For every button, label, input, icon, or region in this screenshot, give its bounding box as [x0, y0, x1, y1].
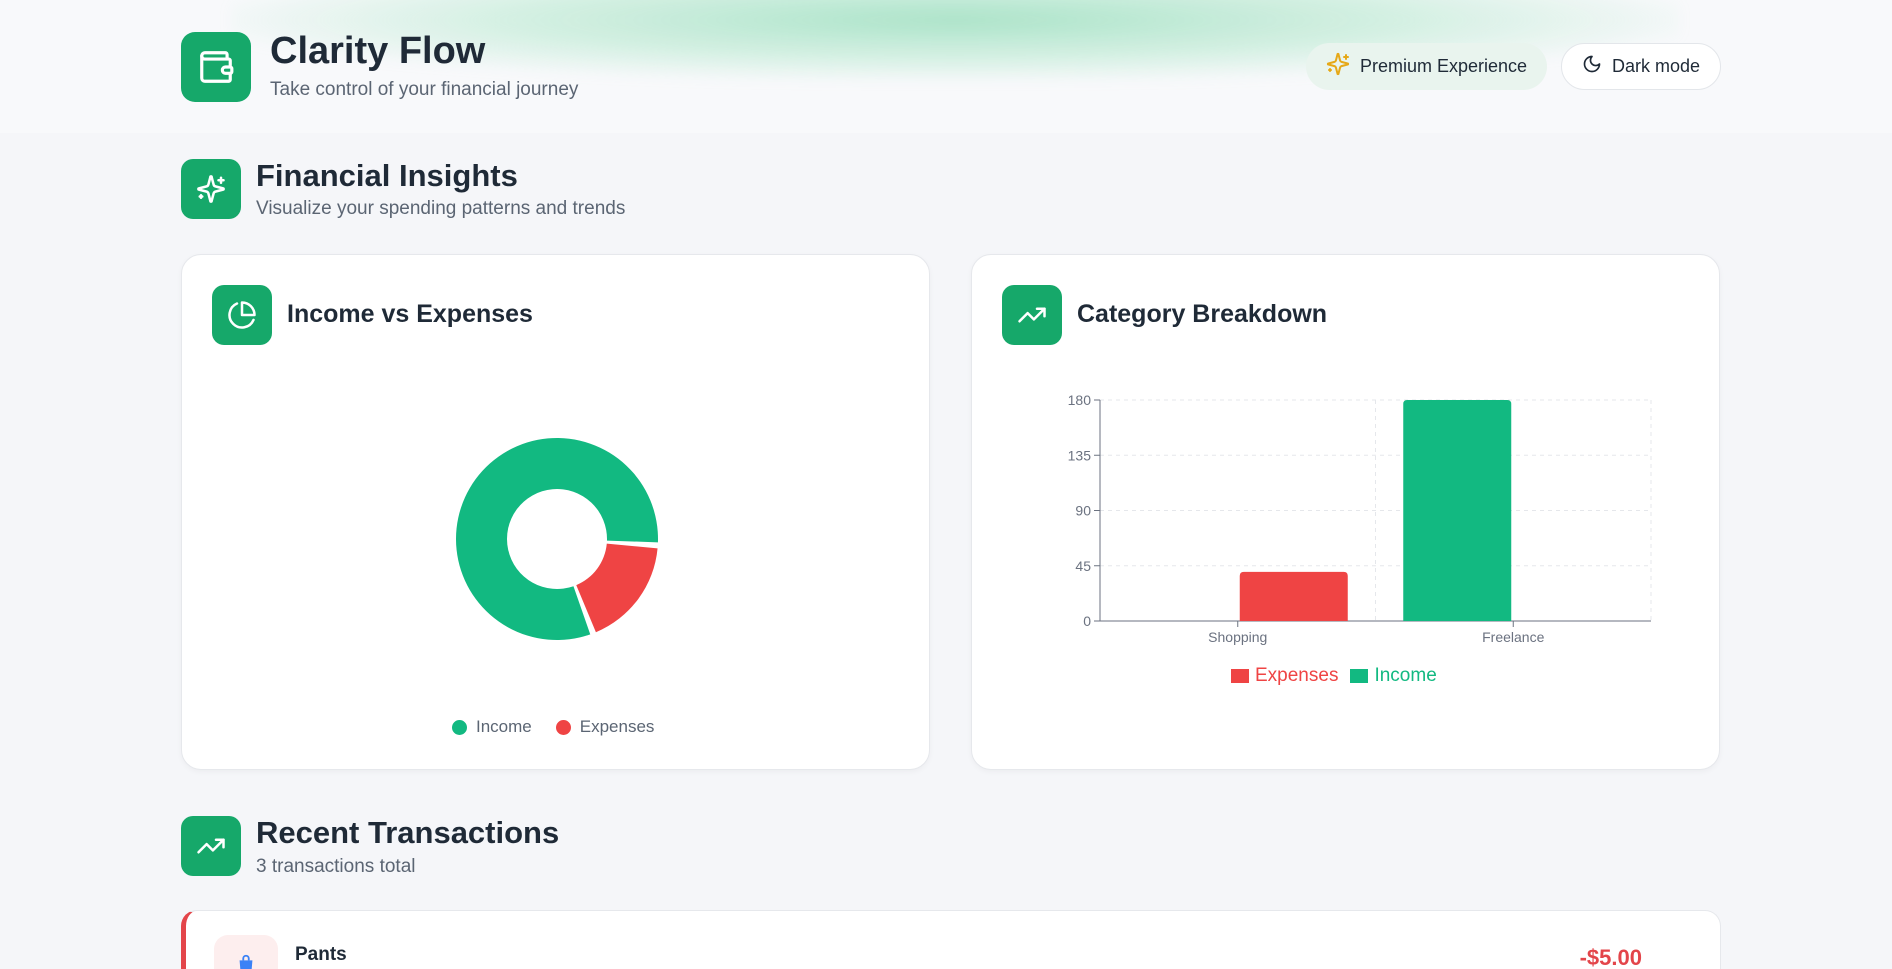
- wallet-icon: [181, 32, 251, 102]
- legend-item-income[interactable]: Income: [452, 717, 532, 737]
- category-breakdown-card: Category Breakdown 0 45 90 135 180 Shopping Fr…: [971, 254, 1720, 770]
- moon-icon: [1582, 54, 1602, 79]
- transaction-name: Pants: [295, 944, 347, 965]
- y-tick-label: 135: [1068, 447, 1092, 463]
- transactions-title: Recent Transactions: [256, 815, 560, 850]
- x-tick-label: Freelance: [1482, 629, 1544, 645]
- y-tick-label: 180: [1068, 392, 1092, 408]
- app-title: Clarity Flow: [270, 30, 486, 72]
- bar-legend: Expenses Income: [1231, 665, 1437, 687]
- y-tick-label: 0: [1083, 613, 1091, 629]
- bar-income-freelance[interactable]: [1403, 400, 1512, 621]
- transactions-subtitle: 3 transactions total: [256, 856, 416, 877]
- premium-label: Premium Experience: [1360, 56, 1528, 76]
- header: Clarity Flow Take control of your financ…: [0, 0, 1892, 133]
- x-tick-label: Shopping: [1208, 629, 1267, 645]
- income-dot-icon: [452, 719, 467, 735]
- donut-slice-expenses[interactable]: [576, 543, 658, 633]
- legend-income-label: Income: [476, 717, 532, 736]
- bar-legend-item-income[interactable]: Income: [1350, 665, 1437, 687]
- income-vs-expenses-card: Income vs Expenses Income Expenses: [181, 254, 930, 770]
- y-tick-label: 90: [1075, 503, 1091, 519]
- dark-mode-label: Dark mode: [1612, 56, 1701, 76]
- sparkles-icon: [1326, 52, 1350, 81]
- category-bar-chart: 0 45 90 135 180 Shopping Freelance: [1068, 392, 1652, 645]
- legend-expenses-label: Expenses: [579, 717, 655, 736]
- donut-legend: Income Expenses: [452, 717, 654, 737]
- bar-expenses-shopping[interactable]: [1239, 571, 1348, 621]
- sparkles-icon: [181, 159, 241, 219]
- legend-item-expenses[interactable]: Expenses: [555, 717, 655, 737]
- transaction-amount: -$5.00: [1579, 945, 1642, 969]
- income-expenses-donut-chart: [455, 437, 658, 640]
- expenses-dot-icon: [555, 719, 571, 735]
- premium-experience-button[interactable]: Premium Experience: [1306, 43, 1548, 90]
- legend-label: Income: [1374, 665, 1437, 686]
- bar-legend-item-expenses[interactable]: Expenses: [1231, 665, 1338, 687]
- insights-subtitle: Visualize your spending patterns and tre…: [256, 198, 626, 219]
- transaction-row[interactable]: Pants -$5.00: [181, 910, 1721, 969]
- insights-title: Financial Insights: [256, 158, 518, 193]
- shopping-bag-icon: [214, 935, 278, 969]
- trending-up-icon: [181, 816, 241, 876]
- dark-mode-button[interactable]: Dark mode: [1561, 43, 1722, 90]
- legend-swatch: [1350, 668, 1369, 683]
- y-tick-label: 45: [1075, 558, 1091, 574]
- legend-label: Expenses: [1255, 665, 1339, 686]
- app-subtitle: Take control of your financial journey: [270, 79, 579, 100]
- bar-chart-grid: 0 45 90 135 180: [1068, 392, 1652, 629]
- legend-swatch: [1231, 668, 1249, 683]
